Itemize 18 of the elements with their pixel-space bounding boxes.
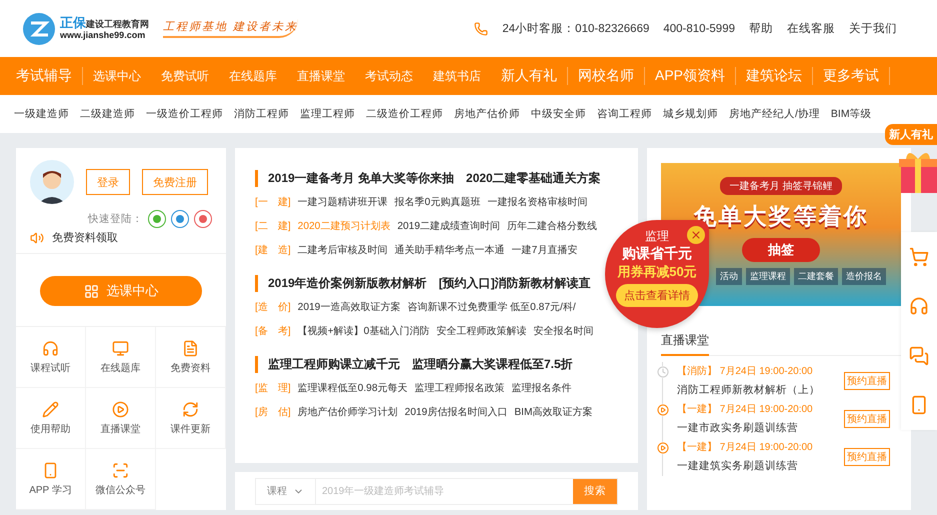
news-tag: [备 考]	[255, 320, 291, 344]
news-tag: [监 理]	[255, 377, 291, 401]
quick-login-label: 快速登陆：	[88, 212, 143, 226]
news-tag: [房 估]	[255, 401, 291, 425]
hotline-text: 24小时客服：010-82326669	[502, 21, 650, 36]
news-tag: [二 建]	[255, 215, 291, 239]
live-title: 直播课堂	[661, 332, 709, 356]
banner-ribbon: 一建备考月 抽签寻锦鲤	[720, 177, 842, 195]
logo-url: www.jianshe99.com	[60, 30, 146, 41]
news-tag: [造 价]	[255, 296, 291, 320]
logo-brand: 正保建设工程教育网	[60, 16, 149, 31]
live-time: 【一建】 7月24日 19:00-20:00	[677, 440, 814, 454]
live-time: 【一建】 7月24日 19:00-20:00	[677, 402, 814, 416]
news-tag: [一 建]	[255, 191, 291, 215]
live-time: 【消防】 7月24日 19:00-20:00	[677, 364, 814, 378]
hotline-text: 400-810-5999	[663, 22, 735, 34]
news-tag: [建 造]	[255, 239, 291, 263]
slogan: 工程师基地 建设者未来	[163, 19, 298, 38]
